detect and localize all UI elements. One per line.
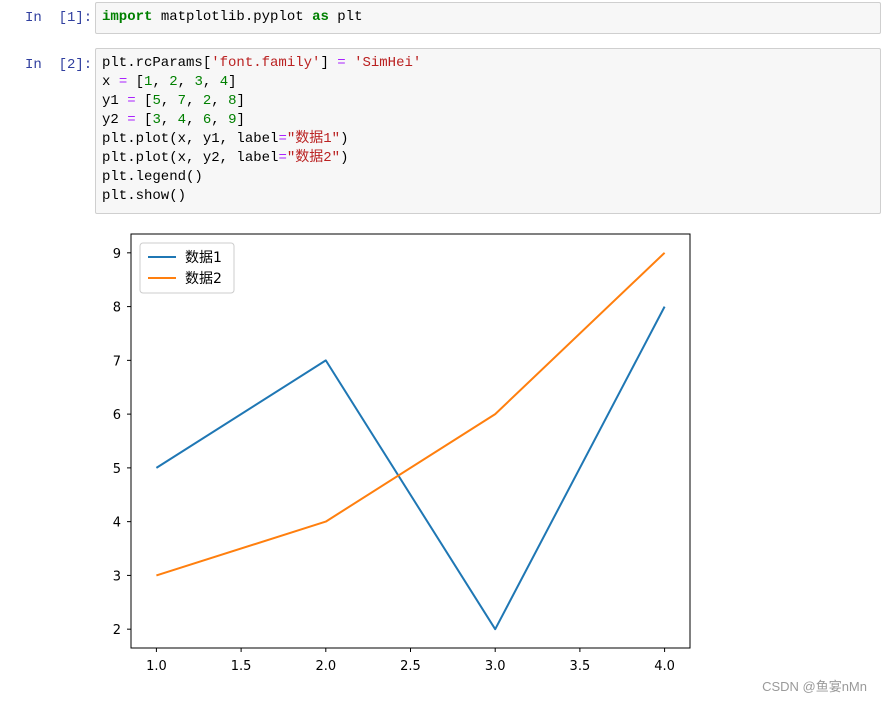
code-token: plt.plot(x, y2, label [102, 150, 279, 166]
y-tick-label: 4 [113, 516, 121, 531]
x-tick-label: 2.5 [400, 659, 421, 674]
code-token: ) [340, 131, 349, 147]
code-token: 3 [194, 74, 203, 90]
code-token: = [278, 150, 287, 166]
x-tick-label: 4.0 [654, 659, 675, 674]
code-token: , [152, 74, 170, 90]
code-token: 2 [169, 74, 178, 90]
code-token: plt.plot(x, y1, label [102, 131, 279, 147]
code-token: = [278, 131, 287, 147]
code-cell-2-source[interactable]: plt.rcParams['font.family'] = 'SimHei' x … [102, 54, 421, 206]
code-token: plt.rcParams[ [102, 55, 212, 71]
code-token: y1 [102, 93, 128, 109]
code-token: = [127, 112, 136, 128]
plot-area [131, 234, 690, 648]
code-token: y2 [102, 112, 128, 128]
code-token: , [202, 74, 220, 90]
x-tick-label: 3.0 [485, 659, 506, 674]
y-tick-label: 2 [113, 623, 121, 638]
watermark: CSDN @鱼宴nMn [762, 679, 867, 694]
code-line: plt.plot(x, y2, label="数据2") [102, 149, 421, 168]
code-cell-1-source[interactable]: import matplotlib.pyplot as plt [102, 8, 362, 27]
code-line: y2 = [3, 4, 6, 9] [102, 111, 421, 130]
code-token: , [186, 93, 203, 109]
legend-label-1: 数据1 [185, 250, 222, 266]
code-token: plt.show() [102, 188, 187, 204]
cell-2-prompt: In [2]: [25, 57, 93, 73]
code-token: , [177, 74, 195, 90]
code-token: ) [340, 150, 349, 166]
code-token: 3 [152, 112, 161, 128]
legend-label-2: 数据2 [185, 271, 222, 287]
code-token: "数据1" [286, 131, 341, 147]
code-token: , [211, 93, 229, 109]
code-token: matplotlib.pyplot [152, 9, 313, 25]
code-token: [ [127, 74, 145, 90]
x-tick-label: 3.5 [570, 659, 591, 674]
code-token: 4 [219, 74, 229, 90]
code-token: ] [320, 55, 338, 71]
code-token: plt.legend() [102, 169, 203, 185]
code-cell-2[interactable]: plt.rcParams['font.family'] = 'SimHei' x … [95, 48, 881, 214]
code-token: 'SimHei' [354, 55, 422, 71]
code-token: = [118, 74, 128, 90]
code-token: 9 [228, 112, 237, 128]
code-line: plt.legend() [102, 168, 421, 187]
code-token: ] [236, 112, 245, 128]
y-tick-label: 7 [113, 354, 121, 369]
y-tick-label: 8 [113, 301, 121, 316]
code-token: x [102, 74, 119, 90]
x-tick-label: 1.0 [146, 659, 167, 674]
code-token: plt [328, 9, 363, 25]
code-token: , [160, 93, 178, 109]
cell-1-prompt: In [1]: [25, 10, 93, 26]
code-token: as [312, 9, 329, 25]
code-token: 4 [177, 112, 187, 128]
code-token: = [337, 55, 346, 71]
code-token: [ [135, 112, 153, 128]
code-token: ] [236, 93, 245, 109]
code-cell-1[interactable]: import matplotlib.pyplot as plt [95, 2, 881, 34]
code-token: [ [135, 93, 153, 109]
code-token: ] [228, 74, 237, 90]
code-token: "数据2" [286, 150, 341, 166]
code-token: 8 [228, 93, 237, 109]
y-tick-label: 5 [113, 462, 121, 477]
code-line: x = [1, 2, 3, 4] [102, 73, 421, 92]
code-token: , [211, 112, 229, 128]
code-token: import [102, 9, 153, 25]
y-tick-label: 3 [113, 569, 121, 584]
y-tick-label: 6 [113, 408, 121, 423]
x-tick-label: 1.5 [231, 659, 252, 674]
code-line: import matplotlib.pyplot as plt [102, 8, 362, 27]
y-tick-label: 9 [113, 247, 121, 262]
code-token: , [186, 112, 203, 128]
x-tick-label: 2.0 [315, 659, 336, 674]
code-line: y1 = [5, 7, 2, 8] [102, 92, 421, 111]
code-line: plt.show() [102, 187, 421, 206]
code-token: 'font.family' [211, 55, 321, 71]
code-line: plt.plot(x, y1, label="数据1") [102, 130, 421, 149]
code-token: 7 [177, 93, 187, 109]
code-token: , [160, 112, 178, 128]
output-plot: 1.0 1.5 2.0 2.5 3.0 3.5 4.0 2 3 4 5 6 7 8 9 数据1 数据2 [100, 222, 720, 682]
code-token: 5 [152, 93, 161, 109]
line-chart: 1.0 1.5 2.0 2.5 3.0 3.5 4.0 2 3 4 5 6 7 8 9 数据1 数据2 [113, 233, 691, 674]
code-token: = [127, 93, 136, 109]
code-line: plt.rcParams['font.family'] = 'SimHei' [102, 54, 421, 73]
